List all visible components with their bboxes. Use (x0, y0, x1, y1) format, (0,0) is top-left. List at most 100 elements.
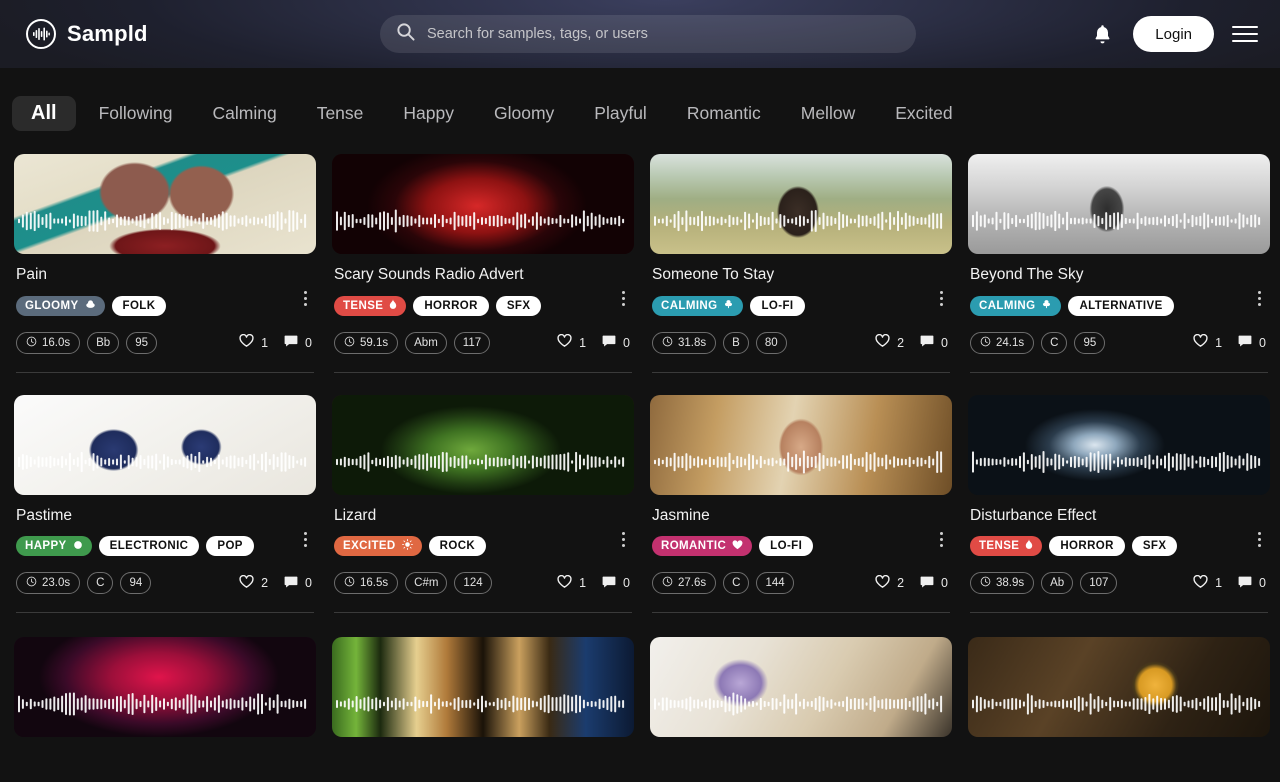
key-pill[interactable]: C (723, 572, 750, 595)
sample-thumbnail[interactable] (332, 394, 634, 495)
genre-tag[interactable]: FOLK (111, 295, 167, 316)
key-pill[interactable]: C (87, 572, 114, 595)
comment-stat[interactable]: 0 (920, 335, 948, 350)
duration-pill[interactable]: 16.0s (16, 331, 81, 354)
kebab-menu-icon[interactable] (933, 288, 949, 310)
filter-tab-happy[interactable]: Happy (386, 95, 471, 132)
kebab-menu-icon[interactable] (615, 528, 631, 550)
genre-tag[interactable]: ROCK (428, 536, 487, 557)
sample-thumbnail[interactable] (968, 637, 1270, 738)
filter-tab-all[interactable]: All (12, 96, 76, 131)
genre-tag[interactable]: HORROR (413, 295, 489, 316)
bpm-pill[interactable]: 144 (756, 572, 794, 595)
key-pill[interactable]: Abm (405, 331, 447, 354)
key-pill[interactable]: B (723, 331, 749, 354)
sample-title[interactable]: Pain (16, 266, 316, 285)
genre-tag[interactable]: SFX (1131, 536, 1178, 557)
filter-tab-following[interactable]: Following (82, 95, 190, 132)
sample-thumbnail[interactable] (332, 154, 634, 254)
filter-tab-gloomy[interactable]: Gloomy (477, 95, 571, 132)
bpm-pill[interactable]: 95 (126, 331, 158, 354)
bpm-pill[interactable]: 124 (454, 572, 492, 595)
sample-thumbnail[interactable] (650, 394, 952, 495)
comment-stat[interactable]: 0 (602, 576, 630, 591)
duration-pill[interactable]: 27.6s (652, 572, 717, 595)
sample-thumbnail[interactable] (968, 154, 1270, 254)
filter-tab-tense[interactable]: Tense (300, 95, 381, 132)
kebab-menu-icon[interactable] (297, 528, 313, 550)
comment-stat[interactable]: 0 (1238, 576, 1266, 591)
comment-stat[interactable]: 0 (920, 576, 948, 591)
genre-tag[interactable]: POP (206, 536, 254, 557)
bpm-pill[interactable]: 94 (120, 572, 152, 595)
bpm-pill[interactable]: 107 (1080, 572, 1118, 595)
sample-thumbnail[interactable] (650, 637, 952, 738)
comment-stat[interactable]: 0 (1238, 335, 1266, 350)
mood-tag[interactable]: GLOOMY (16, 295, 105, 316)
mood-tag[interactable]: EXCITED (334, 536, 422, 557)
sample-title[interactable]: Lizard (334, 507, 634, 526)
like-stat[interactable]: 2 (875, 333, 904, 351)
genre-tag[interactable]: ELECTRONIC (98, 536, 200, 557)
kebab-menu-icon[interactable] (1251, 288, 1267, 310)
mood-tag[interactable]: CALMING (970, 295, 1062, 316)
sample-title[interactable]: Beyond The Sky (970, 266, 1270, 285)
like-stat[interactable]: 1 (557, 574, 586, 592)
sample-title[interactable]: Jasmine (652, 507, 952, 526)
duration-pill[interactable]: 38.9s (970, 572, 1035, 595)
brand-logo[interactable]: Sampld (26, 19, 148, 49)
duration-pill[interactable]: 59.1s (334, 331, 399, 354)
like-stat[interactable]: 1 (557, 333, 586, 351)
like-stat[interactable]: 1 (1193, 574, 1222, 592)
kebab-menu-icon[interactable] (297, 288, 313, 310)
mood-tag[interactable]: TENSE (334, 295, 407, 316)
sample-title[interactable]: Pastime (16, 507, 316, 526)
bpm-pill[interactable]: 117 (453, 331, 491, 354)
mood-tag[interactable]: HAPPY (16, 536, 92, 557)
key-pill[interactable]: C (1041, 331, 1068, 354)
sample-title[interactable]: Someone To Stay (652, 266, 952, 285)
duration-pill[interactable]: 16.5s (334, 572, 399, 595)
bpm-pill[interactable]: 80 (755, 331, 787, 354)
filter-tab-playful[interactable]: Playful (577, 95, 664, 132)
key-pill[interactable]: Ab (1041, 572, 1074, 595)
sample-thumbnail[interactable] (968, 394, 1270, 495)
sample-thumbnail[interactable] (14, 637, 316, 738)
bpm-pill[interactable]: 95 (1074, 331, 1106, 354)
sample-thumbnail[interactable] (332, 637, 634, 738)
duration-pill[interactable]: 23.0s (16, 572, 81, 595)
genre-tag[interactable]: HORROR (1049, 536, 1125, 557)
sample-thumbnail[interactable] (650, 154, 952, 254)
like-stat[interactable]: 1 (239, 333, 268, 351)
duration-pill[interactable]: 31.8s (652, 331, 717, 354)
genre-tag[interactable]: ALTERNATIVE (1068, 295, 1174, 316)
like-stat[interactable]: 1 (1193, 333, 1222, 351)
filter-tab-mellow[interactable]: Mellow (784, 95, 872, 132)
comment-stat[interactable]: 0 (284, 576, 312, 591)
genre-tag[interactable]: LO-FI (759, 536, 814, 557)
filter-tab-excited[interactable]: Excited (878, 95, 969, 132)
sample-title[interactable]: Scary Sounds Radio Advert (334, 266, 634, 285)
duration-pill[interactable]: 24.1s (970, 331, 1035, 354)
sample-thumbnail[interactable] (14, 394, 316, 495)
login-button[interactable]: Login (1133, 16, 1214, 52)
mood-tag[interactable]: TENSE (970, 536, 1043, 557)
filter-tab-calming[interactable]: Calming (196, 95, 294, 132)
comment-stat[interactable]: 0 (284, 335, 312, 350)
mood-tag[interactable]: ROMANTIC (652, 536, 753, 557)
search-bar[interactable] (380, 15, 916, 53)
sample-thumbnail[interactable] (14, 154, 316, 254)
bell-icon[interactable] (1089, 21, 1115, 47)
key-pill[interactable]: Bb (87, 331, 120, 354)
kebab-menu-icon[interactable] (615, 288, 631, 310)
mood-tag[interactable]: CALMING (652, 295, 744, 316)
like-stat[interactable]: 2 (239, 574, 268, 592)
kebab-menu-icon[interactable] (1251, 528, 1267, 550)
kebab-menu-icon[interactable] (933, 528, 949, 550)
comment-stat[interactable]: 0 (602, 335, 630, 350)
like-stat[interactable]: 2 (875, 574, 904, 592)
key-pill[interactable]: C#m (405, 572, 448, 595)
hamburger-menu-icon[interactable] (1232, 26, 1258, 42)
genre-tag[interactable]: SFX (495, 295, 542, 316)
sample-title[interactable]: Disturbance Effect (970, 507, 1270, 526)
